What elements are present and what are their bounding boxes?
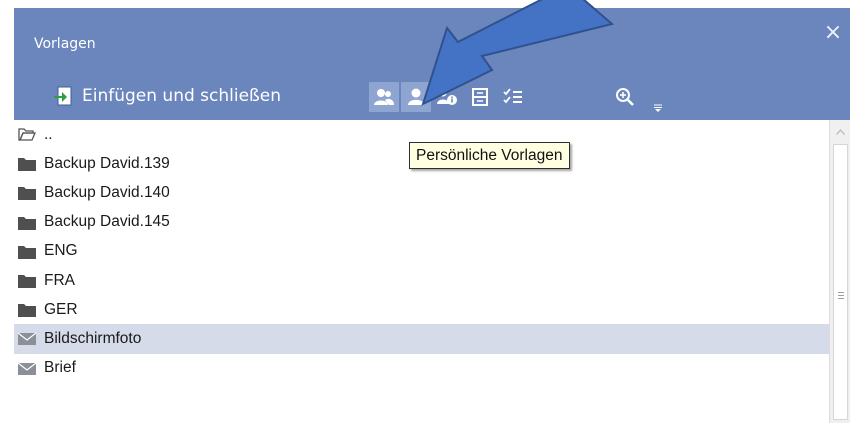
mail-icon bbox=[18, 332, 36, 346]
save-icon bbox=[472, 88, 488, 106]
list-item-label: Backup David.140 bbox=[44, 183, 170, 201]
list-item-label: Backup David.139 bbox=[44, 154, 170, 172]
list-item-label: ENG bbox=[44, 242, 78, 260]
personal-templates-button[interactable] bbox=[401, 82, 431, 112]
list-item[interactable]: Backup David.145 bbox=[14, 208, 829, 237]
checklist-button[interactable] bbox=[498, 82, 528, 112]
scroll-thumb[interactable] bbox=[833, 144, 848, 420]
folder-icon bbox=[18, 216, 36, 230]
list-item[interactable]: Backup David.140 bbox=[14, 178, 829, 207]
zoom-search-button[interactable] bbox=[610, 82, 640, 112]
users-icon bbox=[374, 89, 394, 105]
list-item[interactable]: GER bbox=[14, 295, 829, 324]
window-title: Vorlagen bbox=[34, 36, 96, 52]
folder-icon bbox=[18, 245, 36, 259]
folder-icon bbox=[18, 275, 36, 289]
list-item-selected[interactable]: Bildschirmfoto bbox=[14, 324, 829, 354]
insert-and-close-button[interactable]: Einfügen und schließen bbox=[52, 82, 281, 110]
mail-icon bbox=[18, 362, 36, 375]
list-item[interactable]: Brief bbox=[14, 354, 829, 383]
dialog-header: Vorlagen × Einfügen und schließen bbox=[14, 8, 850, 120]
vertical-scrollbar[interactable] bbox=[829, 120, 850, 423]
toolbar-overflow-icon[interactable] bbox=[653, 98, 663, 112]
list-item-label: .. bbox=[44, 125, 53, 143]
list-item-label: FRA bbox=[44, 271, 75, 289]
checklist-icon bbox=[503, 88, 522, 104]
list-item-label: GER bbox=[44, 300, 78, 318]
list-item-label: Backup David.145 bbox=[44, 213, 170, 231]
tooltip: Persönliche Vorlagen bbox=[409, 142, 570, 169]
list-item-label: Brief bbox=[44, 359, 76, 377]
template-info-button[interactable] bbox=[433, 82, 463, 112]
list-item-label: Bildschirmfoto bbox=[44, 329, 142, 347]
save-template-button[interactable] bbox=[465, 82, 495, 112]
insert-icon bbox=[54, 86, 72, 106]
list-item[interactable]: FRA bbox=[14, 266, 829, 295]
user-info-icon bbox=[437, 89, 457, 105]
folder-icon bbox=[18, 158, 36, 172]
folder-icon bbox=[18, 304, 36, 318]
shared-templates-button[interactable] bbox=[369, 82, 399, 112]
close-icon[interactable]: × bbox=[822, 22, 844, 44]
insert-and-close-label: Einfügen und schließen bbox=[82, 86, 281, 106]
folder-open-icon bbox=[18, 128, 36, 141]
scroll-grip-icon bbox=[838, 290, 844, 301]
user-icon bbox=[408, 88, 424, 105]
toolbar: Einfügen und schließen bbox=[14, 80, 850, 114]
zoom-icon bbox=[616, 88, 634, 106]
scroll-up-icon[interactable] bbox=[830, 122, 850, 142]
folder-icon bbox=[18, 187, 36, 201]
list-item[interactable]: ENG bbox=[14, 237, 829, 266]
